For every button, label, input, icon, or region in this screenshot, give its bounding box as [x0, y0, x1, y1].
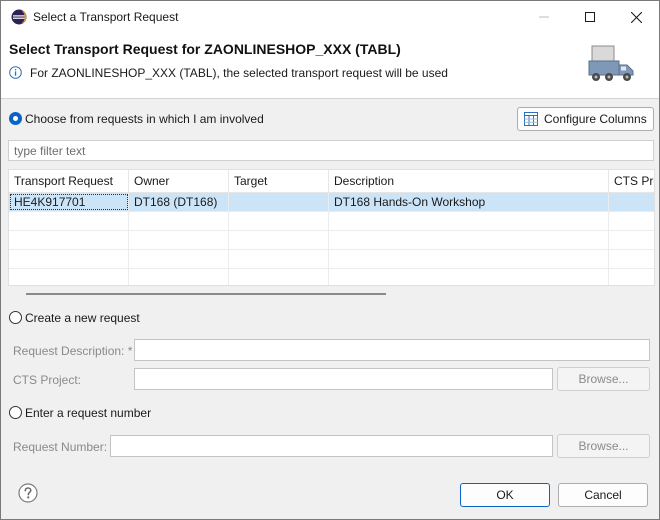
request-description-field[interactable] — [134, 339, 650, 361]
cell-target — [229, 193, 329, 211]
table-header: Transport Request Owner Target Descripti… — [9, 170, 654, 193]
empty-table-row — [9, 269, 654, 285]
create-request-label[interactable]: Create a new request — [25, 311, 140, 325]
title-bar: Select a Transport Request — [1, 1, 659, 33]
truck-icon — [588, 45, 634, 81]
cts-project-label: CTS Project: — [13, 373, 82, 387]
request-number-label: Request Number: — [13, 440, 108, 454]
column-header-cts-project[interactable]: CTS Proj — [609, 170, 654, 193]
empty-table-row — [9, 231, 654, 250]
empty-table-row — [9, 212, 654, 231]
enter-request-label[interactable]: Enter a request number — [25, 406, 151, 420]
cell-description: DT168 Hands-On Workshop — [329, 193, 609, 211]
cell-transport-request: HE4K917701 — [9, 193, 129, 211]
column-header-owner[interactable]: Owner — [129, 170, 229, 193]
minimize-icon — [539, 16, 549, 18]
column-header-target[interactable]: Target — [229, 170, 329, 193]
minimize-button[interactable] — [521, 1, 567, 33]
request-number-field[interactable] — [110, 435, 553, 457]
close-icon — [630, 11, 642, 23]
transport-requests-table: Transport Request Owner Target Descripti… — [8, 169, 655, 286]
column-header-transport-request[interactable]: Transport Request — [9, 170, 129, 193]
horizontal-scrollbar[interactable] — [26, 293, 386, 295]
table-row[interactable]: HE4K917701 DT168 (DT168) DT168 Hands-On … — [9, 193, 654, 212]
configure-columns-button[interactable]: Configure Columns — [517, 107, 654, 131]
header-banner: Select Transport Request for ZAONLINESHO… — [1, 33, 659, 99]
cell-owner: DT168 (DT168) — [129, 193, 229, 211]
transport-request-dialog: Select a Transport Request Select Transp… — [0, 0, 660, 520]
cancel-button[interactable]: Cancel — [558, 483, 648, 507]
filter-input[interactable] — [8, 140, 654, 161]
maximize-icon — [585, 12, 595, 22]
choose-requests-label[interactable]: Choose from requests in which I am invol… — [25, 112, 264, 126]
column-header-description[interactable]: Description — [329, 170, 609, 193]
configure-columns-label: Configure Columns — [544, 112, 647, 126]
help-icon[interactable] — [18, 483, 38, 503]
cell-cts-project — [609, 193, 654, 211]
cts-project-field[interactable] — [134, 368, 553, 390]
browse-request-number-button[interactable]: Browse... — [557, 434, 650, 458]
eclipse-icon — [11, 9, 27, 25]
info-icon — [9, 66, 22, 79]
empty-table-row — [9, 250, 654, 269]
window-title: Select a Transport Request — [33, 10, 179, 24]
request-description-label: Request Description: * — [13, 344, 133, 358]
ok-button[interactable]: OK — [460, 483, 550, 507]
banner-message: For ZAONLINESHOP_XXX (TABL), the selecte… — [30, 66, 448, 80]
banner-title: Select Transport Request for ZAONLINESHO… — [9, 41, 401, 57]
enter-request-radio[interactable] — [9, 406, 22, 419]
close-button[interactable] — [613, 1, 659, 33]
choose-requests-radio[interactable] — [9, 112, 22, 125]
table-columns-icon — [524, 112, 538, 126]
create-request-radio[interactable] — [9, 311, 22, 324]
browse-cts-project-button[interactable]: Browse... — [557, 367, 650, 391]
maximize-button[interactable] — [567, 1, 613, 33]
